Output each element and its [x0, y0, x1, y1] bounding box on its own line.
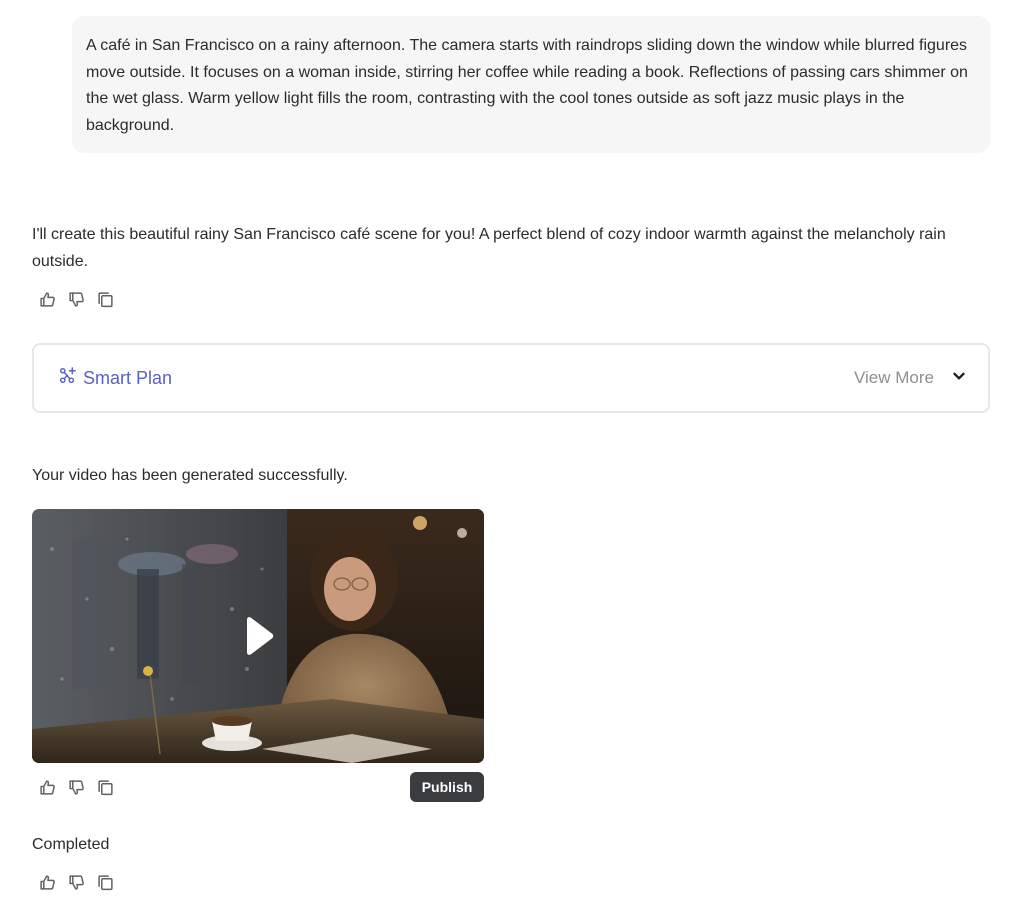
user-message-text: A café in San Francisco on a rainy after… [86, 37, 968, 135]
assistant-reply-text: I'll create this beautiful rainy San Fra… [32, 226, 946, 270]
view-more-link[interactable]: View More [854, 368, 934, 388]
thumbs-up-icon[interactable] [38, 778, 56, 796]
copy-icon[interactable] [96, 778, 114, 796]
thumbs-down-icon[interactable] [67, 778, 85, 796]
video-status-text: Your video has been generated successful… [32, 467, 348, 484]
chevron-down-icon[interactable] [952, 369, 966, 388]
play-icon[interactable] [238, 614, 278, 658]
completed-status-text: Completed [32, 836, 110, 853]
publish-button[interactable]: Publish [410, 772, 484, 802]
smart-plan-card[interactable]: Smart Plan View More [32, 343, 990, 413]
user-message-bubble: A café in San Francisco on a rainy after… [72, 16, 990, 153]
reply-actions [38, 290, 114, 308]
copy-icon[interactable] [96, 290, 114, 308]
video-thumbnail[interactable] [32, 509, 484, 763]
thumbs-down-icon[interactable] [67, 290, 85, 308]
thumbs-up-icon[interactable] [38, 873, 56, 891]
video-actions [38, 778, 114, 796]
completion-actions [38, 873, 114, 891]
thumbs-up-icon[interactable] [38, 290, 56, 308]
copy-icon[interactable] [96, 873, 114, 891]
smart-plan-title: Smart Plan [83, 367, 173, 388]
smart-plan-icon [58, 366, 77, 390]
thumbs-down-icon[interactable] [67, 873, 85, 891]
